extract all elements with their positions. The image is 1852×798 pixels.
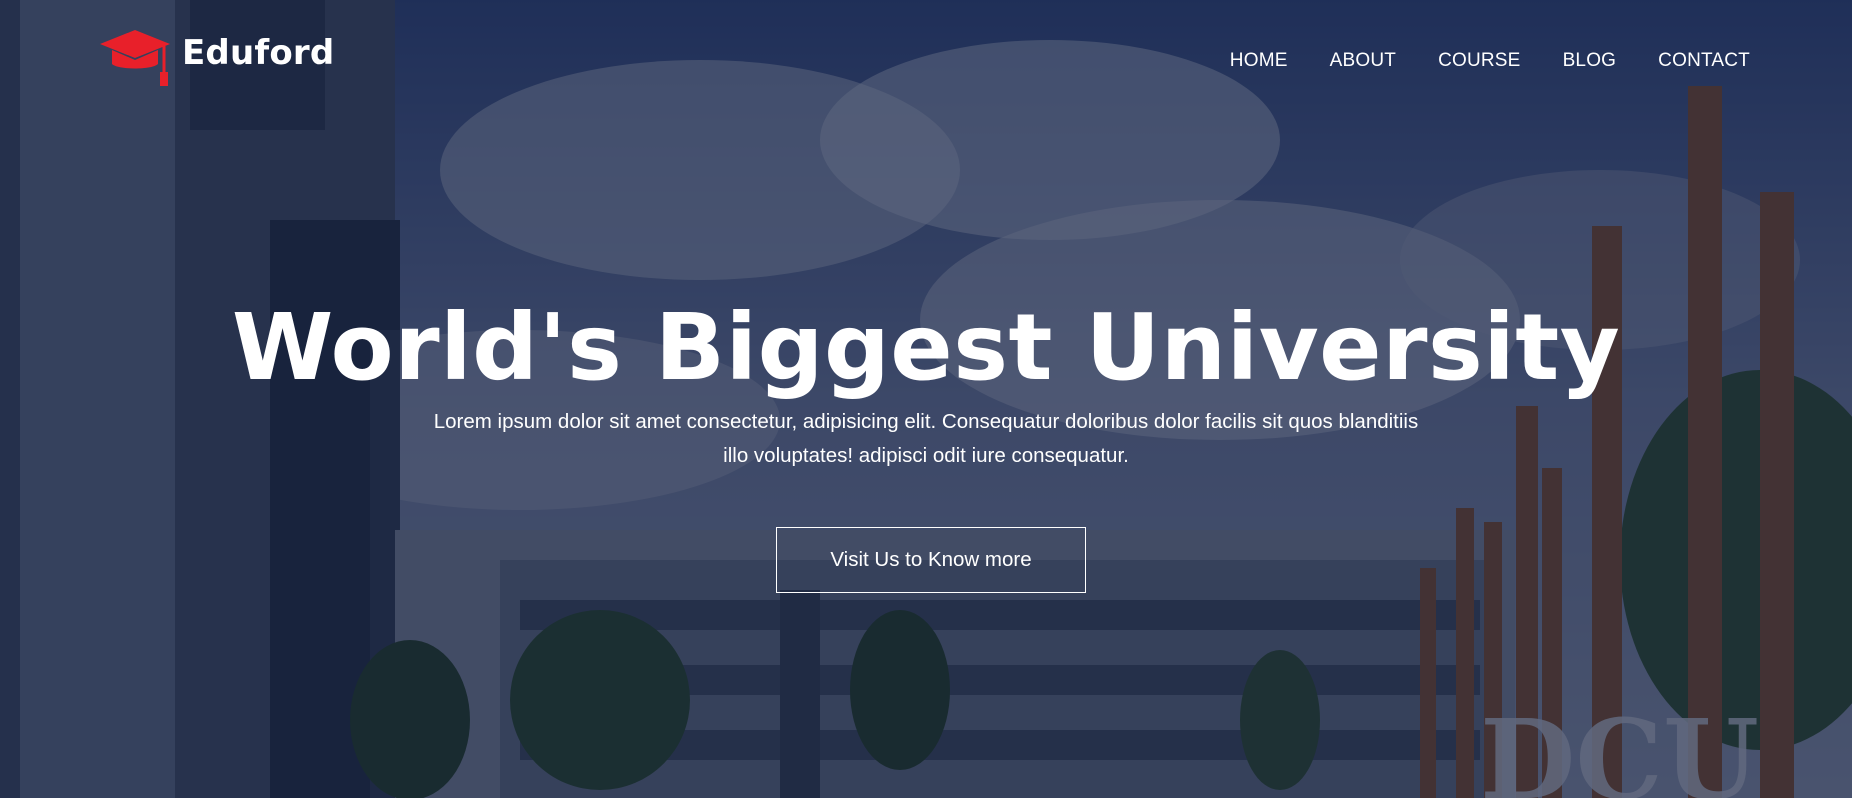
graduation-cap-icon [100, 30, 170, 86]
nav-item-about[interactable]: ABOUT [1330, 50, 1396, 72]
brand-name: Eduford [182, 33, 335, 73]
nav-item-blog[interactable]: BLOG [1563, 50, 1617, 72]
main-nav: HOME ABOUT COURSE BLOG CONTACT [1230, 50, 1750, 72]
site-header: Eduford HOME ABOUT COURSE BLOG CONTACT [0, 0, 1852, 110]
visit-us-button[interactable]: Visit Us to Know more [776, 527, 1086, 593]
hero-section: DCU Eduford HOME ABOUT COURSE BLOG CONTA… [0, 0, 1852, 798]
nav-item-course[interactable]: COURSE [1438, 50, 1521, 72]
hero-title: World's Biggest University [231, 293, 1621, 401]
hero-subtitle: Lorem ipsum dolor sit amet consectetur, … [433, 409, 1419, 467]
nav-item-home[interactable]: HOME [1230, 50, 1288, 72]
brand-logo[interactable]: Eduford [98, 28, 334, 92]
nav-item-contact[interactable]: CONTACT [1658, 50, 1750, 72]
